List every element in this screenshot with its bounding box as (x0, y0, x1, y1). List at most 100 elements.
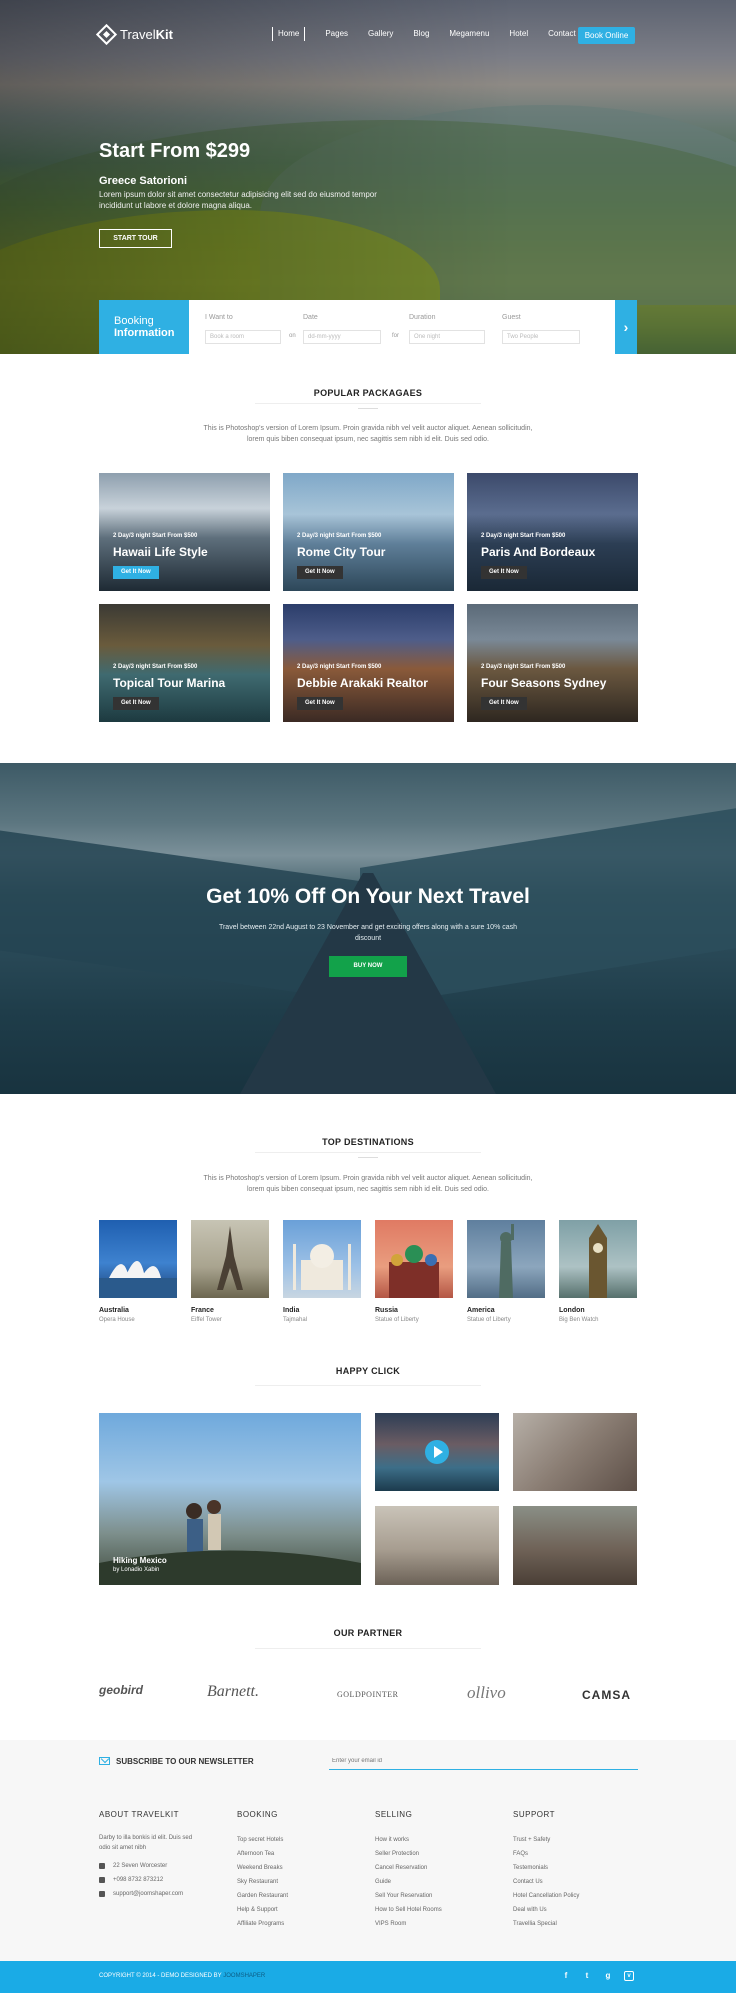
footer-selling-title: SELLING (375, 1810, 413, 1819)
footer-support-title: SUPPORT (513, 1810, 556, 1819)
booking-label-2: Information (114, 327, 175, 339)
hero-subtitle: Greece Satorioni (99, 175, 188, 187)
gallery-video-thumb[interactable] (375, 1413, 499, 1491)
gallery-photo[interactable] (513, 1506, 637, 1585)
footer-link[interactable]: Travellia Special (513, 1917, 579, 1931)
footer-link[interactable]: Deal with Us (513, 1903, 579, 1917)
guest-select[interactable]: Two People (502, 330, 580, 344)
footer-address: 22 Seven Worcester (113, 1863, 168, 1869)
destinations-description: This is Photoshop's version of Lorem Ips… (203, 1175, 533, 1193)
get-it-now-button[interactable]: Get It Now (481, 566, 527, 579)
nav-contact[interactable]: Contact (548, 27, 576, 41)
nav-megamenu[interactable]: Megamenu (449, 27, 489, 41)
nav-hotel[interactable]: Hotel (509, 27, 528, 41)
package-card[interactable]: 2 Day/3 night Start From $500 Topical To… (99, 604, 270, 722)
get-it-now-button[interactable]: Get It Now (113, 566, 159, 579)
date-label: Date (303, 314, 318, 321)
get-it-now-button[interactable]: Get It Now (297, 566, 343, 579)
footer-booking-title: BOOKING (237, 1810, 278, 1819)
footer-link[interactable]: Top secret Hotels (237, 1833, 288, 1847)
footer-link[interactable]: Garden Restaurant (237, 1889, 288, 1903)
date-input[interactable]: dd-mm-yyyy (303, 330, 381, 344)
footer-link[interactable]: How it works (375, 1833, 442, 1847)
destination-card[interactable]: America Statue of Liberty (467, 1220, 545, 1323)
nav-blog[interactable]: Blog (413, 27, 429, 41)
book-online-button[interactable]: Book Online (578, 27, 635, 44)
want-select[interactable]: Book a room (205, 330, 281, 344)
destination-place: Opera House (99, 1317, 135, 1323)
destination-card[interactable]: Russia Statue of Liberty (375, 1220, 453, 1323)
partner-logo[interactable]: ollivo (467, 1683, 506, 1705)
footer-link[interactable]: Guide (375, 1875, 442, 1889)
package-price: 2 Day/3 night Start From $500 (113, 533, 198, 539)
package-card[interactable]: 2 Day/3 night Start From $500 Rome City … (283, 473, 454, 591)
logo[interactable]: Travel Kit (95, 23, 173, 46)
copyright-brand-link[interactable]: JOOMSHAPER (223, 1973, 265, 1979)
footer-link[interactable]: Trust + Safety (513, 1833, 579, 1847)
nav-gallery[interactable]: Gallery (368, 27, 393, 41)
footer-link[interactable]: Contact Us (513, 1875, 579, 1889)
footer-link[interactable]: Seller Protection (375, 1847, 442, 1861)
gallery-photo-large[interactable]: Hiking Mexico by Lonadio Xabin (99, 1413, 361, 1585)
newsletter-email-input[interactable] (329, 1753, 638, 1770)
footer-link[interactable]: Help & Support (237, 1903, 288, 1917)
footer-link[interactable]: FAQs (513, 1847, 579, 1861)
get-it-now-button[interactable]: Get It Now (113, 697, 159, 710)
footer-link[interactable]: VIPS Room (375, 1917, 442, 1931)
partner-logo[interactable]: CAMSA (582, 1688, 631, 1710)
play-icon[interactable] (425, 1440, 449, 1464)
get-it-now-button[interactable]: Get It Now (481, 697, 527, 710)
main-nav: Home Pages Gallery Blog Megamenu Hotel C… (272, 27, 596, 41)
footer-link[interactable]: Hotel Cancellation Policy (513, 1889, 579, 1903)
package-price: 2 Day/3 night Start From $500 (481, 664, 566, 670)
partner-logo[interactable]: geobird (99, 1683, 143, 1705)
footer-link[interactable]: Cancel Reservation (375, 1861, 442, 1875)
duration-select[interactable]: One night (409, 330, 485, 344)
google-plus-icon[interactable]: g (603, 1971, 613, 1981)
footer-link[interactable]: Weekend Breaks (237, 1861, 288, 1875)
package-card[interactable]: 2 Day/3 night Start From $500 Hawaii Lif… (99, 473, 270, 591)
package-name: Paris And Bordeaux (481, 545, 596, 559)
promo-title: Get 10% Off On Your Next Travel (206, 885, 530, 908)
destination-card[interactable]: Australia Opera House (99, 1220, 177, 1323)
footer-email[interactable]: support@joomshaper.com (113, 1891, 183, 1897)
facebook-icon[interactable]: f (561, 1971, 571, 1981)
destination-name: America (467, 1307, 495, 1314)
promo-banner: Get 10% Off On Your Next Travel Travel b… (0, 763, 736, 1094)
footer-link[interactable]: Sky Restaurant (237, 1875, 288, 1889)
destination-card[interactable]: India Tajmahal (283, 1220, 361, 1323)
destination-place: Tajmahal (283, 1317, 308, 1323)
footer-link[interactable]: Afternoon Tea (237, 1847, 288, 1861)
footer-link[interactable]: Sell Your Reservation (375, 1889, 442, 1903)
destination-card[interactable]: France Eiffel Tower (191, 1220, 269, 1323)
gallery-caption-by: by Lonadio Xabin (113, 1567, 160, 1573)
get-it-now-button[interactable]: Get It Now (297, 697, 343, 710)
gallery-photo[interactable] (513, 1413, 637, 1491)
destination-name: London (559, 1307, 585, 1314)
booking-label: Booking Information (99, 300, 189, 354)
package-name: Hawaii Life Style (113, 545, 208, 559)
booking-submit-arrow-icon[interactable]: › (615, 300, 637, 354)
footer-link[interactable]: Affiliate Programs (237, 1917, 288, 1931)
footer-link[interactable]: Testemonials (513, 1861, 579, 1875)
buy-now-button[interactable]: BUY NOW (329, 956, 407, 977)
package-card[interactable]: 2 Day/3 night Start From $500 Debbie Ara… (283, 604, 454, 722)
phone-icon (99, 1877, 105, 1883)
gallery-photo[interactable] (375, 1506, 499, 1585)
start-tour-button[interactable]: START TOUR (99, 229, 172, 248)
packages-divider-dots (358, 408, 378, 413)
logo-text-a: Travel (120, 27, 156, 42)
email-icon (99, 1891, 105, 1897)
partner-logo[interactable]: GOLDPOINTER (337, 1690, 399, 1712)
nav-pages[interactable]: Pages (325, 27, 348, 41)
nav-home[interactable]: Home (272, 27, 306, 41)
package-card[interactable]: 2 Day/3 night Start From $500 Four Seaso… (467, 604, 638, 722)
package-card[interactable]: 2 Day/3 night Start From $500 Paris And … (467, 473, 638, 591)
twitter-icon[interactable]: t (582, 1971, 592, 1981)
destination-card[interactable]: London Big Ben Watch (559, 1220, 637, 1323)
vimeo-icon[interactable]: v (624, 1971, 634, 1981)
destination-place: Big Ben Watch (559, 1317, 599, 1323)
footer-link[interactable]: How to Sell Hotel Rooms (375, 1903, 442, 1917)
partner-logo[interactable]: Barnett. (207, 1683, 259, 1705)
footer-about-title: ABOUT TRAVELKIT (99, 1810, 179, 1819)
